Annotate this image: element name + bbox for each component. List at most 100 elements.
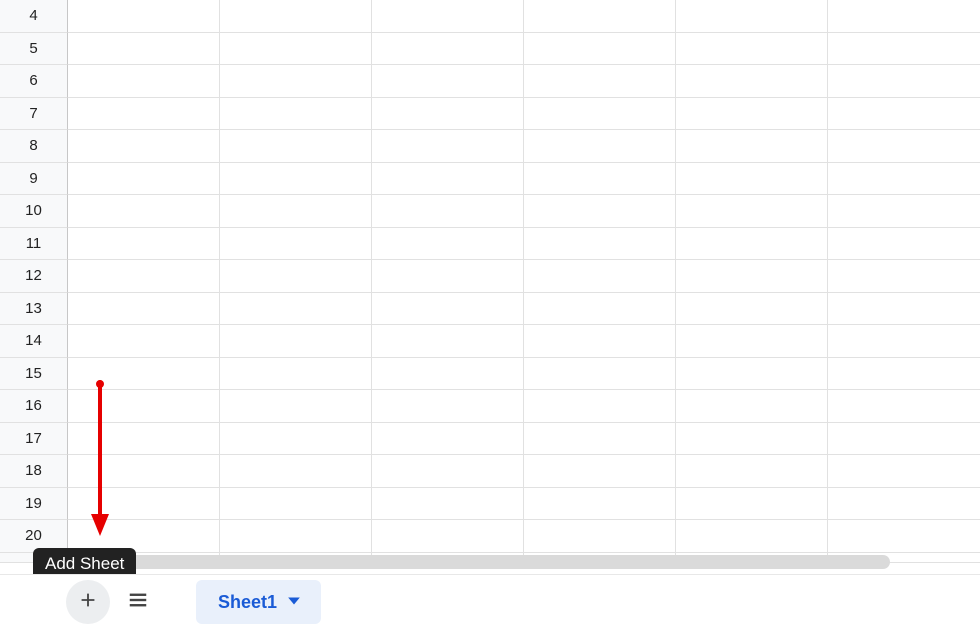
cell[interactable] bbox=[68, 455, 220, 488]
spreadsheet-grid[interactable]: 4 5 6 7 8 9 10 11 12 13 14 15 16 17 18 1… bbox=[0, 0, 980, 629]
cell[interactable] bbox=[676, 33, 828, 66]
cell[interactable] bbox=[372, 260, 524, 293]
cell[interactable] bbox=[372, 390, 524, 423]
cell[interactable] bbox=[828, 0, 980, 33]
row-header[interactable]: 7 bbox=[0, 98, 68, 131]
cell[interactable] bbox=[68, 293, 220, 326]
row-header[interactable]: 13 bbox=[0, 293, 68, 326]
cell[interactable] bbox=[372, 358, 524, 391]
cell[interactable] bbox=[68, 423, 220, 456]
cell[interactable] bbox=[676, 0, 828, 33]
cell[interactable] bbox=[524, 423, 676, 456]
cell[interactable] bbox=[372, 520, 524, 553]
row-header[interactable]: 6 bbox=[0, 65, 68, 98]
cell[interactable] bbox=[372, 163, 524, 196]
cell[interactable] bbox=[676, 130, 828, 163]
cell[interactable] bbox=[68, 488, 220, 521]
cell[interactable] bbox=[372, 455, 524, 488]
row-header[interactable]: 19 bbox=[0, 488, 68, 521]
cell[interactable] bbox=[220, 33, 372, 66]
cell[interactable] bbox=[220, 488, 372, 521]
cell[interactable] bbox=[524, 98, 676, 131]
cell[interactable] bbox=[220, 520, 372, 553]
cell[interactable] bbox=[676, 228, 828, 261]
cell[interactable] bbox=[676, 260, 828, 293]
row-header[interactable]: 12 bbox=[0, 260, 68, 293]
all-sheets-button[interactable] bbox=[116, 580, 160, 624]
cell[interactable] bbox=[372, 195, 524, 228]
cell[interactable] bbox=[676, 293, 828, 326]
row-header[interactable]: 8 bbox=[0, 130, 68, 163]
cell[interactable] bbox=[68, 33, 220, 66]
cell[interactable] bbox=[828, 488, 980, 521]
cell[interactable] bbox=[220, 228, 372, 261]
cell[interactable] bbox=[524, 390, 676, 423]
cell[interactable] bbox=[524, 293, 676, 326]
cell[interactable] bbox=[828, 423, 980, 456]
cell[interactable] bbox=[828, 163, 980, 196]
cell[interactable] bbox=[524, 0, 676, 33]
cell[interactable] bbox=[828, 455, 980, 488]
cell[interactable] bbox=[676, 98, 828, 131]
cell[interactable] bbox=[372, 293, 524, 326]
row-header[interactable]: 14 bbox=[0, 325, 68, 358]
cell[interactable] bbox=[676, 325, 828, 358]
cell[interactable] bbox=[676, 195, 828, 228]
cell[interactable] bbox=[68, 260, 220, 293]
cell[interactable] bbox=[372, 98, 524, 131]
cell[interactable] bbox=[68, 358, 220, 391]
cell[interactable] bbox=[220, 293, 372, 326]
cell[interactable] bbox=[828, 325, 980, 358]
cell[interactable] bbox=[676, 423, 828, 456]
cell[interactable] bbox=[68, 65, 220, 98]
cell[interactable] bbox=[524, 163, 676, 196]
sheet-tab-active[interactable]: Sheet1 bbox=[196, 580, 321, 624]
cell[interactable] bbox=[372, 130, 524, 163]
cell[interactable] bbox=[524, 358, 676, 391]
cell[interactable] bbox=[676, 358, 828, 391]
cell[interactable] bbox=[68, 228, 220, 261]
cell[interactable] bbox=[524, 520, 676, 553]
cell[interactable] bbox=[372, 488, 524, 521]
row-header[interactable]: 17 bbox=[0, 423, 68, 456]
row-header[interactable]: 4 bbox=[0, 0, 68, 33]
row-header[interactable]: 10 bbox=[0, 195, 68, 228]
cell[interactable] bbox=[524, 260, 676, 293]
cell[interactable] bbox=[828, 293, 980, 326]
cell[interactable] bbox=[372, 33, 524, 66]
row-header[interactable]: 15 bbox=[0, 358, 68, 391]
cell[interactable] bbox=[828, 228, 980, 261]
cell[interactable] bbox=[524, 195, 676, 228]
cell[interactable] bbox=[220, 325, 372, 358]
cell[interactable] bbox=[68, 0, 220, 33]
cell[interactable] bbox=[676, 520, 828, 553]
cell[interactable] bbox=[524, 33, 676, 66]
cell[interactable] bbox=[828, 65, 980, 98]
cell[interactable] bbox=[68, 195, 220, 228]
cell[interactable] bbox=[68, 130, 220, 163]
cell[interactable] bbox=[372, 228, 524, 261]
row-header[interactable]: 16 bbox=[0, 390, 68, 423]
cell[interactable] bbox=[676, 488, 828, 521]
cell[interactable] bbox=[220, 65, 372, 98]
cell[interactable] bbox=[676, 390, 828, 423]
cell[interactable] bbox=[220, 260, 372, 293]
cell[interactable] bbox=[828, 33, 980, 66]
row-header[interactable]: 11 bbox=[0, 228, 68, 261]
cell[interactable] bbox=[220, 455, 372, 488]
cell[interactable] bbox=[828, 358, 980, 391]
cell[interactable] bbox=[68, 325, 220, 358]
cell[interactable] bbox=[524, 488, 676, 521]
cell[interactable] bbox=[220, 423, 372, 456]
cell[interactable] bbox=[676, 163, 828, 196]
row-header[interactable]: 9 bbox=[0, 163, 68, 196]
cell[interactable] bbox=[68, 98, 220, 131]
cell[interactable] bbox=[372, 65, 524, 98]
cell[interactable] bbox=[828, 520, 980, 553]
cell[interactable] bbox=[524, 325, 676, 358]
cell[interactable] bbox=[828, 390, 980, 423]
cell[interactable] bbox=[676, 455, 828, 488]
cell[interactable] bbox=[828, 195, 980, 228]
cell[interactable] bbox=[524, 228, 676, 261]
row-header[interactable]: 18 bbox=[0, 455, 68, 488]
